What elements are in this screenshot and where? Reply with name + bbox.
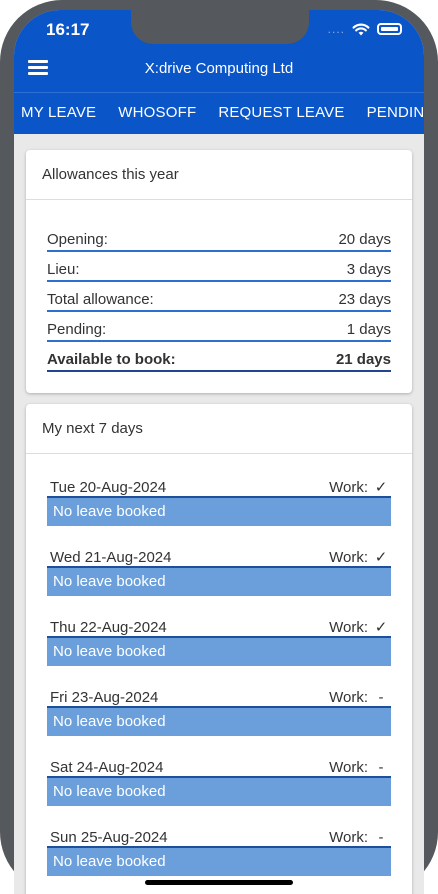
work-label: Work: (329, 829, 368, 846)
allowance-value: 3 days (346, 261, 391, 278)
allowance-label: Available to book: (47, 351, 176, 368)
wifi-icon (352, 23, 370, 35)
leave-status-bar: No leave booked (47, 776, 391, 806)
tab-request-leave[interactable]: REQUEST LEAVE (211, 93, 351, 134)
work-status-icon: - (378, 829, 384, 846)
status-icons: .... (328, 22, 402, 36)
allowance-value: 21 days (335, 351, 391, 368)
allowance-value: 1 days (346, 321, 391, 338)
volume-down-button (0, 290, 4, 352)
day-date: Tue 20-Aug-2024 (50, 479, 167, 496)
home-indicator[interactable] (145, 880, 293, 885)
tab-whosoff[interactable]: WHOSOFF (111, 93, 203, 134)
work-label: Work: (329, 689, 368, 706)
allowance-value: 23 days (338, 291, 391, 308)
mute-switch (0, 148, 4, 184)
tab-bar: MY LEAVE WHOSOFF REQUEST LEAVE PENDING L (14, 92, 424, 134)
allowance-row-pending: Pending: 1 days (47, 312, 391, 342)
phone-screen: 16:17 .... X:drive Computing Ltd MY LEAV… (14, 10, 424, 894)
day-entry[interactable]: Wed 21-Aug-2024 Work: ✓ No leave booked (47, 544, 391, 596)
allowance-row-total: Total allowance: 23 days (47, 282, 391, 312)
day-entry[interactable]: Fri 23-Aug-2024 Work: - No leave booked (47, 684, 391, 736)
tab-my-leave[interactable]: MY LEAVE (14, 93, 103, 134)
day-entry[interactable]: Thu 22-Aug-2024 Work: ✓ No leave booked (47, 614, 391, 666)
volume-up-button (0, 210, 4, 272)
allowance-row-opening: Opening: 20 days (47, 222, 391, 252)
work-status-icon: ✓ (374, 479, 388, 496)
allowance-label: Lieu: (47, 261, 80, 278)
signal-icon: .... (327, 22, 345, 36)
work-status-icon: - (378, 689, 384, 706)
leave-status-bar: No leave booked (47, 496, 391, 526)
battery-icon (377, 23, 402, 35)
day-date: Sun 25-Aug-2024 (50, 829, 168, 846)
leave-status-bar: No leave booked (47, 636, 391, 666)
page-title: X:drive Computing Ltd (144, 60, 294, 77)
allowances-title: Allowances this year (26, 150, 412, 200)
day-date: Thu 22-Aug-2024 (50, 619, 167, 636)
day-entry[interactable]: Sat 24-Aug-2024 Work: - No leave booked (47, 754, 391, 806)
allowances-card: Allowances this year Opening: 20 days Li… (26, 150, 412, 393)
work-status-icon: ✓ (374, 549, 388, 566)
leave-status-bar: No leave booked (47, 846, 391, 876)
allowance-row-available: Available to book: 21 days (47, 342, 391, 372)
day-date: Fri 23-Aug-2024 (50, 689, 159, 706)
allowance-value: 20 days (338, 231, 391, 248)
status-time: 16:17 (46, 20, 90, 39)
tab-pending-leave[interactable]: PENDING L (360, 93, 424, 134)
allowance-label: Pending: (47, 321, 107, 338)
day-date: Sat 24-Aug-2024 (50, 759, 164, 776)
day-entry[interactable]: Sun 25-Aug-2024 Work: - No leave booked (47, 824, 391, 876)
next-7-days-title: My next 7 days (26, 404, 412, 454)
work-label: Work: (329, 479, 368, 496)
work-status-icon: - (378, 759, 384, 776)
phone-frame: 16:17 .... X:drive Computing Ltd MY LEAV… (0, 0, 438, 894)
day-date: Wed 21-Aug-2024 (50, 549, 172, 566)
leave-status-bar: No leave booked (47, 566, 391, 596)
allowance-label: Total allowance: (47, 291, 154, 308)
next-7-days-card: My next 7 days Tue 20-Aug-2024 Work: ✓ No… (26, 404, 412, 894)
allowance-row-lieu: Lieu: 3 days (47, 252, 391, 282)
notch (131, 10, 309, 44)
allowance-label: Opening: (47, 231, 108, 248)
work-label: Work: (329, 619, 368, 636)
work-label: Work: (329, 759, 368, 776)
work-label: Work: (329, 549, 368, 566)
work-status-icon: ✓ (374, 619, 388, 636)
day-entry[interactable]: Tue 20-Aug-2024 Work: ✓ No leave booked (47, 474, 391, 526)
leave-status-bar: No leave booked (47, 706, 391, 736)
